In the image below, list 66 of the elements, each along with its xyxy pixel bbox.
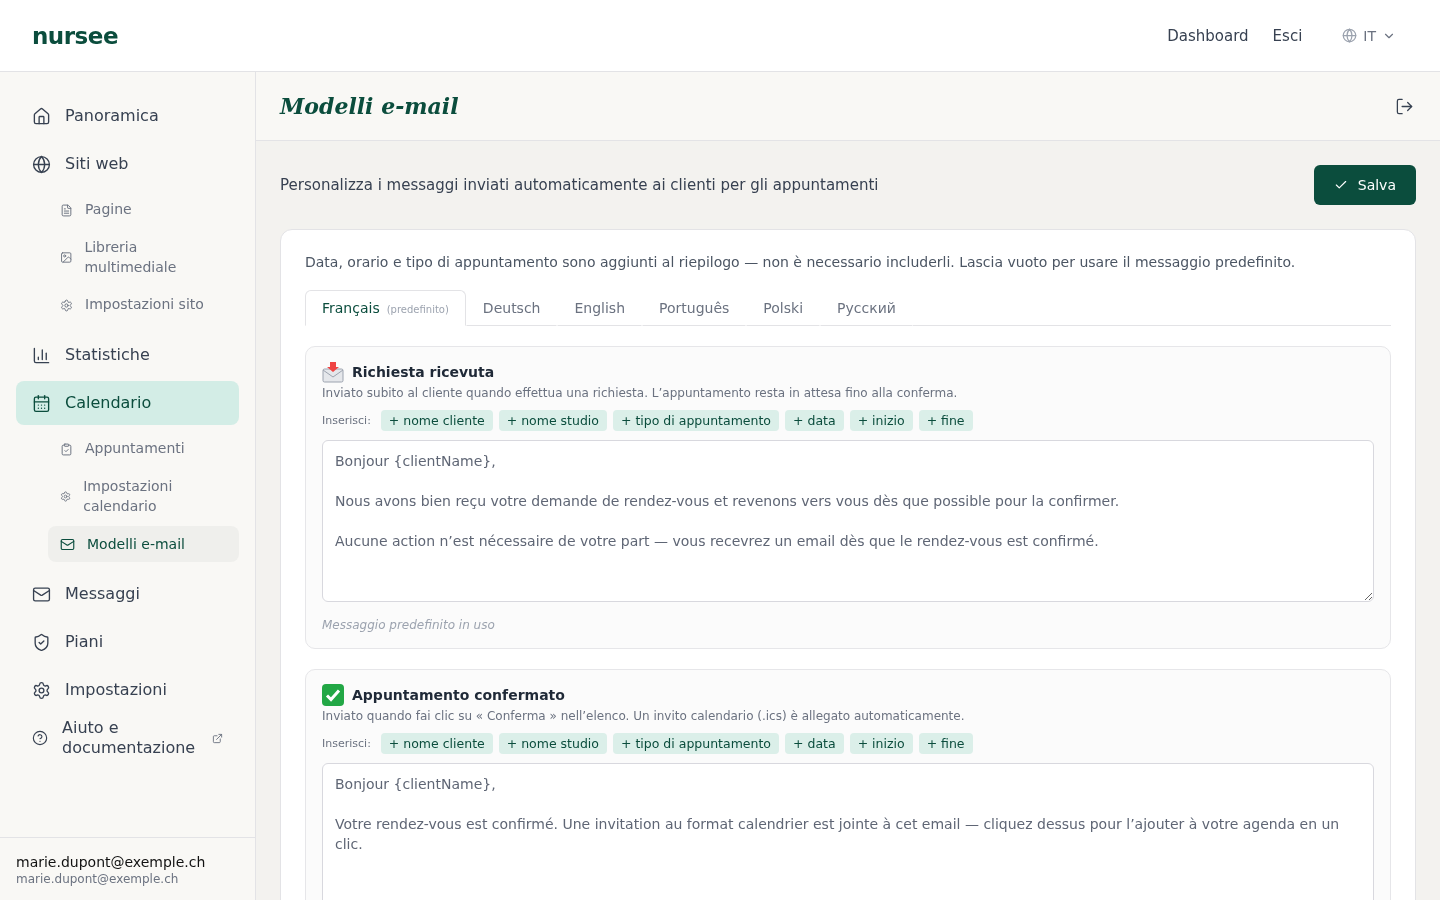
globe-icon — [1342, 28, 1358, 43]
info-text: Data, orario e tipo di appuntamento sono aggiunti al riepilogo — non è necessario includerli. Lascia vuoto per usare il messaggio predefinito. — [305, 254, 1297, 270]
shield-icon — [32, 632, 51, 652]
tab-note: (predefinito) — [386, 304, 449, 315]
sidebar-subitem[interactable]: Appuntamenti — [48, 431, 239, 468]
clipboard-icon — [60, 442, 73, 456]
insert-chip[interactable]: + nome studio — [498, 733, 607, 754]
bar-chart-icon — [32, 345, 51, 365]
message-field[interactable]: Bonjour {clientName}, Votre rendez-vous est confirmé. Une invitation au format calendrier est jointe à cet email — cliquez dessus pour l’ajouter à votre agenda en un clic. — [322, 763, 1374, 900]
mail-icon — [32, 584, 51, 604]
save-button[interactable]: Salva — [1313, 165, 1416, 205]
page-title: Modelli e-mail — [280, 93, 459, 119]
insert-label: Inserisci: — [322, 737, 371, 750]
nav-link[interactable]: Esci — [1272, 26, 1303, 45]
sidebar-item[interactable]: Aiuto e documentazione — [16, 716, 239, 761]
insert-chip[interactable]: + nome studio — [498, 410, 607, 431]
template-title: Richiesta ricevuta — [352, 364, 495, 380]
insert-chip[interactable]: + tipo di appuntamento — [613, 733, 779, 754]
mail-icon — [60, 536, 75, 552]
sidebar-item[interactable]: Impostazioni — [16, 668, 239, 713]
template-title: Appuntamento confermato — [352, 687, 565, 703]
check-icon — [322, 684, 344, 706]
sidebar-item[interactable]: Piani — [16, 620, 239, 665]
envelope-icon — [322, 361, 344, 383]
help-icon — [32, 730, 48, 747]
insert-chip[interactable]: + data — [785, 733, 844, 754]
check-icon — [1333, 178, 1348, 192]
insert-chip[interactable]: + fine — [918, 733, 973, 754]
language-tab[interactable]: Français (predefinito) — [305, 290, 466, 326]
insert-label: Inserisci: — [322, 414, 371, 427]
user-name: marie.dupont@exemple.ch — [16, 854, 207, 870]
template-description: Inviato subito al cliente quando effettua una richiesta. L’appuntamento resta in attesa fino alla conferma. — [322, 386, 959, 400]
settings-icon — [60, 298, 73, 312]
file-icon — [60, 203, 73, 217]
template-description: Inviato quando fai clic su « Conferma » nell’elenco. Un invito calendario (.ics) è allegato automaticamente. — [322, 709, 966, 723]
sidebar-subitem[interactable]: Modelli e-mail — [48, 526, 239, 563]
template-status: Messaggio predefinito in uso — [322, 618, 496, 632]
message-field[interactable]: Bonjour {clientName}, Nous avons bien reçu votre demande de rendez-vous et revenons vers vous dès que possible pour la confirmer. Aucune action n’est nécessaire de votre part — vous recevrez un email dès que le rendez-vous est confirmé. — [322, 440, 1374, 602]
insert-chip[interactable]: + inizio — [849, 733, 913, 754]
page-subtitle: Personalizza i messaggi inviati automaticamente ai clienti per gli appuntamenti — [280, 176, 879, 194]
settings-icon — [60, 490, 72, 504]
sidebar-item[interactable]: Messaggi — [16, 572, 239, 617]
logo[interactable]: nursee — [32, 22, 118, 49]
calendar-icon — [32, 393, 51, 413]
sidebar-subitem[interactable]: Libreria multimediale — [48, 234, 239, 282]
insert-chip[interactable]: + nome cliente — [380, 733, 493, 754]
sidebar-item[interactable]: Panoramica — [16, 94, 239, 138]
sidebar-item[interactable]: Siti web — [16, 142, 239, 186]
sidebar-item[interactable]: Calendario — [16, 381, 239, 426]
insert-chip[interactable]: + fine — [918, 410, 973, 431]
insert-chip[interactable]: + data — [785, 410, 844, 431]
language-select[interactable]: IT — [1342, 23, 1408, 48]
home-icon — [32, 106, 51, 126]
insert-chip[interactable]: + inizio — [849, 410, 913, 431]
image-icon — [60, 251, 73, 265]
globe-icon — [32, 154, 51, 174]
insert-chip[interactable]: + tipo di appuntamento — [613, 410, 779, 431]
nav-link[interactable]: Dashboard — [1167, 26, 1249, 45]
external-link-icon — [212, 732, 223, 744]
sidebar-subitem[interactable]: Pagine — [48, 192, 239, 228]
user-email: marie.dupont@exemple.ch — [16, 872, 180, 886]
insert-chip[interactable]: + nome cliente — [380, 410, 493, 431]
settings-icon — [32, 680, 51, 700]
sidebar-item[interactable]: Statistiche — [16, 333, 239, 378]
sidebar-subitem[interactable]: Impostazioni sito — [48, 287, 239, 324]
sidebar-subitem[interactable]: Impostazioni calendario — [48, 473, 239, 521]
